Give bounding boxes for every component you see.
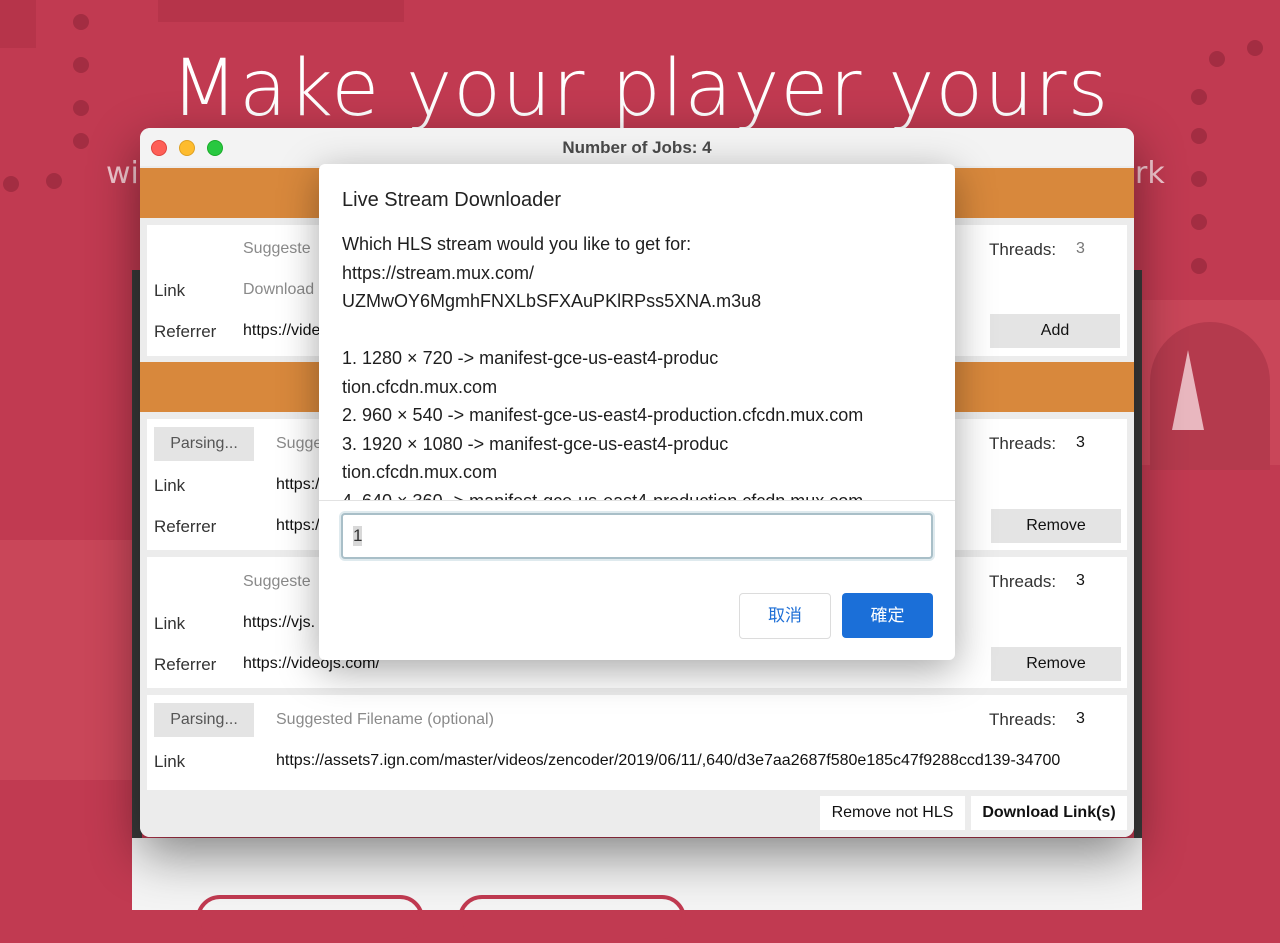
bg-dot xyxy=(3,176,19,192)
stream-choice-value: 1 xyxy=(353,526,363,546)
stream-option: 1. 1280 × 720 -> manifest-gce-us-east4-p… xyxy=(342,348,719,397)
remove-button[interactable]: Remove xyxy=(991,509,1121,543)
dialog-spacer xyxy=(342,316,938,345)
bg-block xyxy=(0,0,36,48)
bg-dot xyxy=(73,14,89,30)
filename-input[interactable]: Suggested Filename (optional) xyxy=(276,711,576,729)
bg-dot xyxy=(1191,214,1207,230)
dialog-message: Which HLS stream would you like to get f… xyxy=(342,230,938,500)
threads-label: Threads: xyxy=(989,434,1057,453)
bg-block xyxy=(1142,470,1280,910)
bg-block xyxy=(158,0,404,22)
bg-pill-button xyxy=(196,895,424,943)
window-title: Number of Jobs: 4 xyxy=(562,138,712,157)
dialog-question: Which HLS stream would you like to get f… xyxy=(342,234,692,254)
dialog-divider xyxy=(319,500,955,501)
referrer-input[interactable]: https:/ xyxy=(276,517,321,535)
threads-input[interactable]: 3 xyxy=(1076,434,1085,452)
parsing-button[interactable]: Parsing... xyxy=(154,427,254,461)
video-edge-right xyxy=(1134,270,1142,840)
stream-choice-input[interactable]: 1 xyxy=(341,513,933,559)
bg-dot xyxy=(1191,258,1207,274)
link-input[interactable]: Download xyxy=(243,281,323,299)
add-button[interactable]: Add xyxy=(990,314,1120,348)
hero-subtitle-left: wi xyxy=(106,156,139,191)
hero-title: Make your player yours xyxy=(170,44,1110,134)
threads-label: Threads: xyxy=(989,240,1057,259)
bg-tree-icon xyxy=(1172,350,1204,430)
filename-input[interactable]: Sugge xyxy=(276,435,321,453)
ok-button[interactable]: 確定 xyxy=(842,593,933,638)
bottom-bar: Remove not HLS Download Link(s) xyxy=(140,790,1134,837)
threads-input[interactable]: 3 xyxy=(1076,572,1085,590)
link-input[interactable]: https://vjs. xyxy=(243,614,321,632)
referrer-input[interactable]: https://vide xyxy=(243,322,323,340)
stream-option: 3. 1920 × 1080 -> manifest-gce-us-east4-… xyxy=(342,433,729,483)
remove-not-hls-button[interactable]: Remove not HLS xyxy=(820,796,965,830)
threads-input[interactable]: 3 xyxy=(1076,240,1085,258)
bg-illustration-left xyxy=(0,540,132,780)
threads-label: Threads: xyxy=(989,572,1057,591)
referrer-label: Referrer xyxy=(154,517,217,536)
link-input[interactable]: https://assets7.ign.com/master/videos/ze… xyxy=(276,752,1114,770)
job-card: Parsing... Suggested Filename (optional)… xyxy=(147,695,1127,790)
threads-input[interactable]: 3 xyxy=(1076,710,1085,728)
link-label: Link xyxy=(154,476,186,495)
dialog-url: UZMwOY6MgmhFNXLbSFXAuPKlRPss5XNA.m3u8 xyxy=(342,291,762,311)
filename-input[interactable]: Suggeste xyxy=(243,240,323,258)
bg-dot xyxy=(73,133,89,149)
stream-option: 4. 640 × 360 -> manifest-gce-us-east4-pr… xyxy=(342,487,938,501)
dialog-url: https://stream.mux.com/ xyxy=(342,262,535,283)
bg-dot xyxy=(1191,171,1207,187)
threads-label: Threads: xyxy=(989,710,1057,729)
bg-dot xyxy=(46,173,62,189)
remove-button[interactable]: Remove xyxy=(991,647,1121,681)
filename-input[interactable]: Suggeste xyxy=(243,573,321,591)
title-bar: Number of Jobs: 4 xyxy=(140,128,1134,166)
bg-arch xyxy=(1150,322,1270,472)
parsing-button[interactable]: Parsing... xyxy=(154,703,254,737)
link-input[interactable]: https:/ xyxy=(276,476,321,494)
download-links-button[interactable]: Download Link(s) xyxy=(971,796,1127,830)
link-label: Link xyxy=(154,614,186,633)
referrer-label: Referrer xyxy=(154,322,217,341)
hero-subtitle-right: rk xyxy=(1135,156,1165,191)
stream-option: 2. 960 × 540 -> manifest-gce-us-east4-pr… xyxy=(342,405,864,425)
cancel-button[interactable]: 取消 xyxy=(739,593,831,639)
referrer-label: Referrer xyxy=(154,655,217,674)
dialog-title: Live Stream Downloader xyxy=(342,189,561,211)
stream-select-dialog: Live Stream Downloader Which HLS stream … xyxy=(319,164,955,660)
bg-pill-button xyxy=(458,895,686,943)
link-label: Link xyxy=(154,281,186,300)
link-label: Link xyxy=(154,752,186,771)
